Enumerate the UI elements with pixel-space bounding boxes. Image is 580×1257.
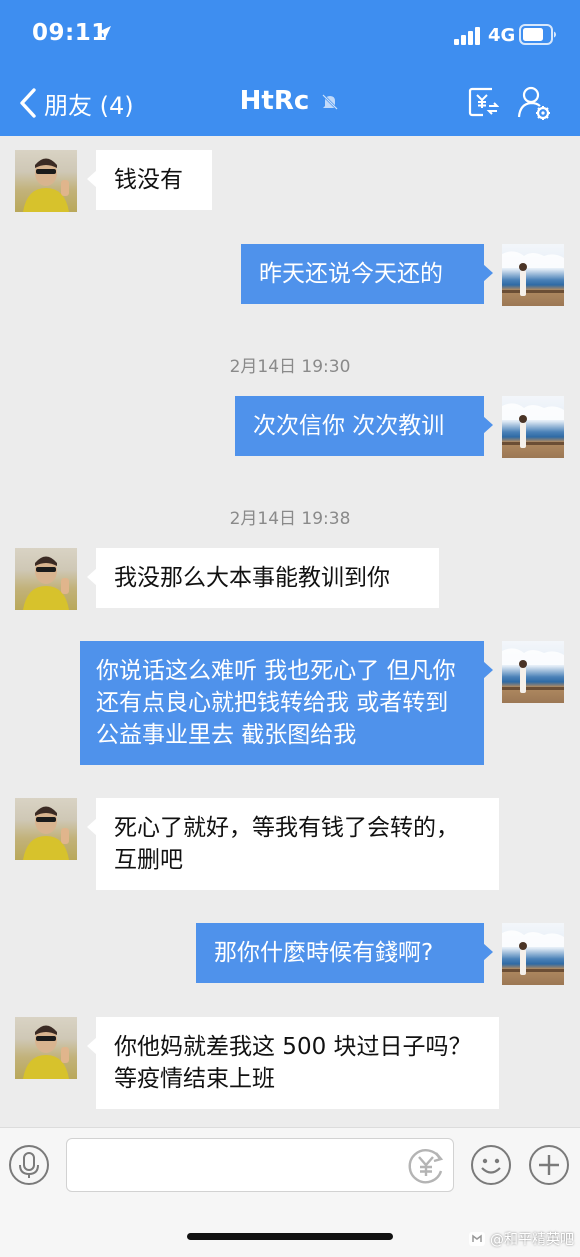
my-avatar[interactable] [502,923,564,985]
contact-avatar[interactable] [15,548,77,610]
battery-icon [519,24,556,45]
person-settings-icon[interactable] [515,84,553,122]
chat-title: HtRc [239,86,310,116]
incoming-message: 钱没有 [87,150,212,210]
network-type: 4G [488,25,516,46]
my-avatar[interactable] [502,396,564,458]
location-arrow-icon [97,26,111,40]
yuan-circle-icon[interactable] [405,1145,447,1187]
yuan-transfer-icon[interactable] [467,86,499,118]
plus-circle-icon[interactable] [528,1144,570,1186]
timestamp: 2月14日 19:38 [229,509,351,529]
contact-avatar[interactable] [15,1017,77,1079]
avatar-image [502,930,564,975]
my-avatar[interactable] [502,641,564,703]
outgoing-message: 次次信你 次次教训 [235,396,493,456]
watermark-logo-icon [469,1232,485,1246]
signal-icon [454,27,480,45]
incoming-message: 你他妈就差我这 500 块过日子吗？等疫情结束上班 [87,1017,499,1109]
avatar-image [502,648,564,693]
timestamp: 2月14日 19:30 [229,357,351,377]
avatar-image [502,403,564,448]
smiley-icon[interactable] [470,1144,512,1186]
incoming-message: 我没那么大本事能教训到你 [87,548,439,608]
chat-header: 09:11 4G 朋友 (4) HtRc [0,0,580,136]
avatar-image [23,556,69,610]
avatar-image [502,251,564,296]
outgoing-message: 那你什麼時候有錢啊? [196,923,493,983]
bell-muted-icon [322,93,339,110]
my-avatar[interactable] [502,244,564,306]
message-input[interactable] [66,1138,454,1192]
contact-avatar[interactable] [15,150,77,212]
avatar-image [23,158,69,212]
watermark-text: @和平精英吧 [490,1232,574,1248]
microphone-icon[interactable] [8,1144,50,1186]
avatar-image [23,1025,69,1079]
outgoing-message: 昨天还说今天还的 [241,244,493,304]
incoming-message: 死心了就好，等我有钱了会转的，互删吧 [87,798,499,890]
outgoing-message: 你说话这么难听 我也死心了 但凡你还有点良心就把钱转给我 或者转到公益事业里去 … [80,641,493,765]
watermark: @和平精英吧 [468,1229,574,1249]
contact-avatar[interactable] [15,798,77,860]
home-indicator [187,1233,393,1240]
avatar-image [23,806,69,860]
